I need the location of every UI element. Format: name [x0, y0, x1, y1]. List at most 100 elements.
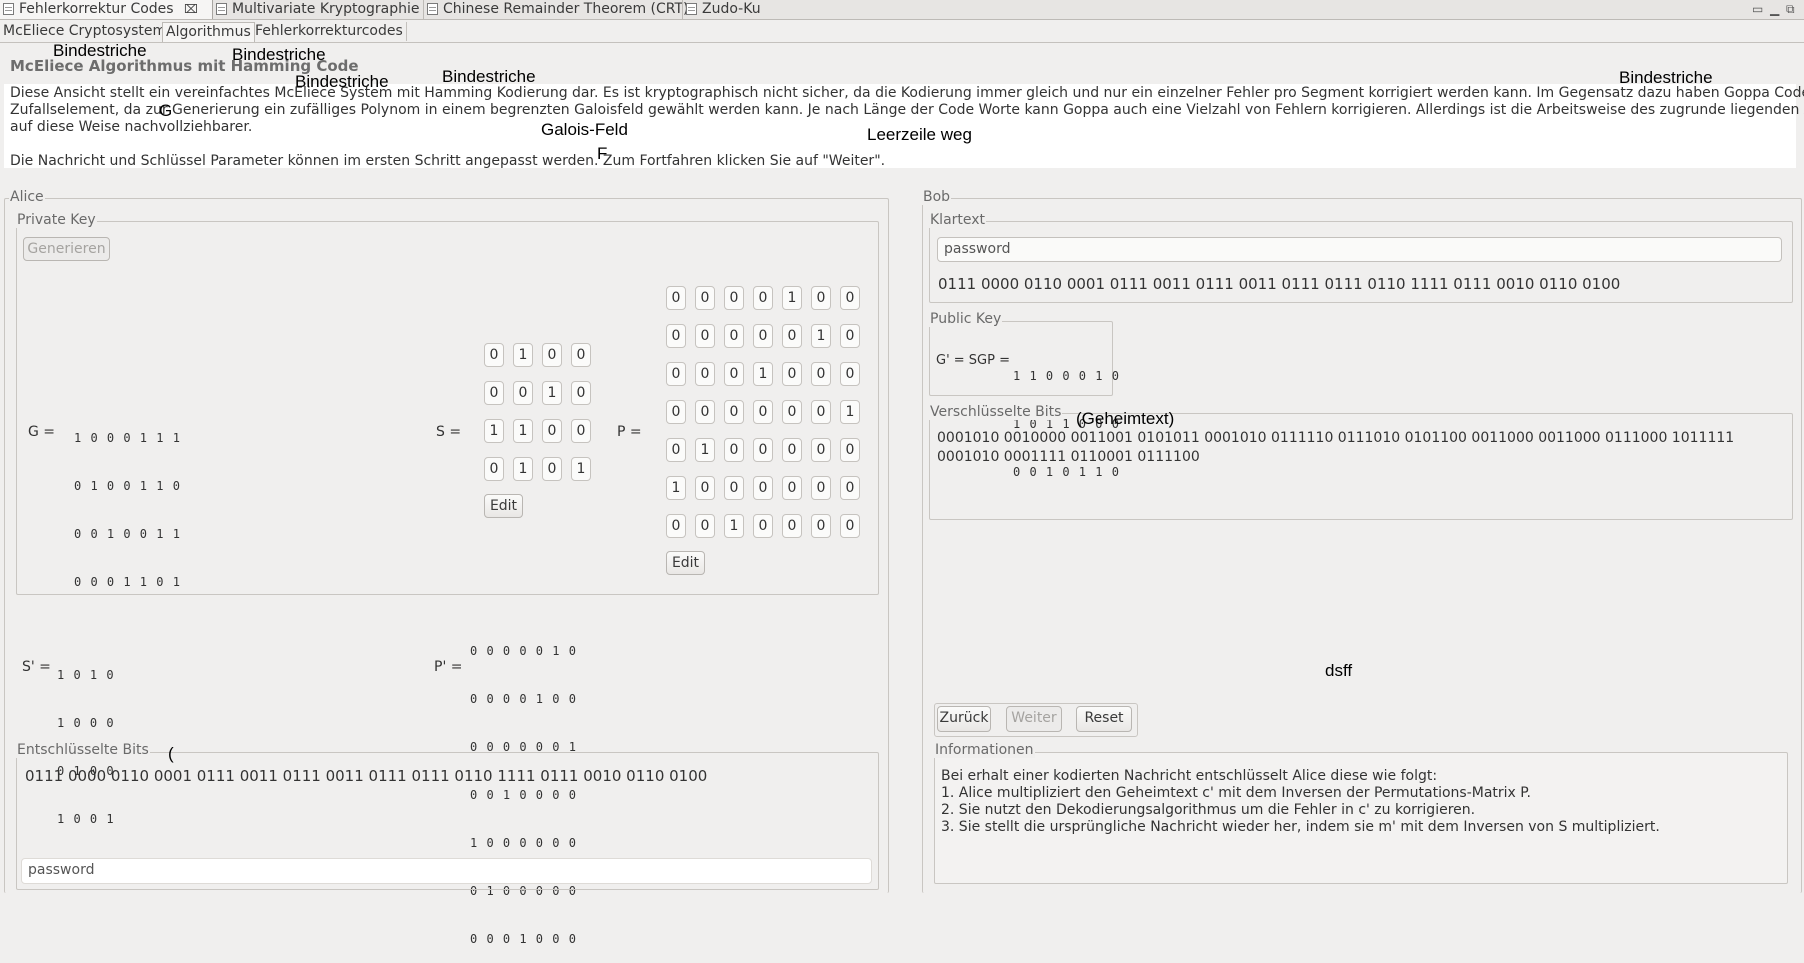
p-matrix-cell[interactable]: 0 — [782, 514, 802, 538]
p-matrix-cell[interactable]: 1 — [666, 476, 686, 500]
p-matrix-cell[interactable]: 0 — [811, 476, 831, 500]
s-inverse-row: 1 0 1 0 — [57, 668, 115, 682]
p-matrix-cell[interactable]: 0 — [724, 362, 744, 386]
file-icon — [427, 3, 438, 15]
s-matrix-cell[interactable]: 1 — [542, 381, 562, 405]
s-label: S = — [436, 424, 462, 440]
tab-fehlerkorrekturcodes[interactable]: Fehlerkorrekturcodes — [252, 22, 407, 41]
private-key-label: Private Key — [16, 212, 97, 228]
s-matrix-cell[interactable]: 1 — [484, 419, 504, 443]
s-matrix-cell[interactable]: 0 — [484, 457, 504, 481]
back-button[interactable]: Zurück — [937, 706, 991, 732]
p-matrix-cell[interactable]: 0 — [753, 324, 773, 348]
s-matrix-cell[interactable]: 0 — [484, 381, 504, 405]
next-button[interactable]: Weiter — [1006, 706, 1062, 732]
tab-multivariate-kryptographie[interactable]: Multivariate Kryptographie — [213, 0, 420, 19]
p-matrix-cell[interactable]: 0 — [782, 438, 802, 462]
bob-title: Bob — [922, 189, 952, 205]
restore-icon[interactable]: ⧉ — [1786, 2, 1795, 17]
p-matrix-cell[interactable]: 0 — [695, 286, 715, 310]
p-inverse-label: P' = — [434, 659, 463, 675]
p-matrix-cell[interactable]: 0 — [811, 400, 831, 424]
p-matrix-cell[interactable]: 0 — [666, 324, 686, 348]
p-matrix-cell[interactable]: 0 — [782, 400, 802, 424]
p-matrix-cell[interactable]: 0 — [782, 324, 802, 348]
p-matrix-cell[interactable]: 0 — [753, 400, 773, 424]
p-matrix-cell[interactable]: 0 — [724, 324, 744, 348]
p-matrix-cell[interactable]: 0 — [666, 438, 686, 462]
plaintext-input[interactable]: password — [937, 237, 1782, 262]
p-matrix-cell[interactable]: 0 — [782, 362, 802, 386]
p-matrix-cell[interactable]: 0 — [695, 476, 715, 500]
s-matrix-cell[interactable]: 0 — [571, 419, 591, 443]
description-line-3: auf diese Weise nachvollziehbarer. — [10, 119, 253, 135]
alice-title: Alice — [9, 189, 45, 205]
p-matrix-cell[interactable]: 0 — [840, 438, 860, 462]
p-matrix-cell[interactable]: 0 — [811, 362, 831, 386]
generate-button[interactable]: Generieren — [23, 237, 110, 261]
s-matrix-cell[interactable]: 0 — [542, 343, 562, 367]
p-matrix-cell[interactable]: 0 — [724, 438, 744, 462]
tab-fehlerkorrektur-codes[interactable]: Fehlerkorrektur Codes ⌧ — [0, 0, 213, 19]
tab-crt[interactable]: Chinese Remainder Theorem (CRT) — [423, 0, 689, 19]
p-edit-button[interactable]: Edit — [666, 551, 705, 575]
p-matrix-cell[interactable]: 0 — [840, 362, 860, 386]
p-matrix-cell[interactable]: 1 — [782, 286, 802, 310]
file-icon — [3, 3, 14, 15]
s-matrix-cell[interactable]: 1 — [513, 419, 533, 443]
p-matrix-cell[interactable]: 1 — [753, 362, 773, 386]
p-matrix-cell[interactable]: 0 — [753, 438, 773, 462]
annotation-f: F — [597, 144, 608, 163]
p-matrix-cell[interactable]: 0 — [695, 514, 715, 538]
s-matrix-cell[interactable]: 0 — [513, 381, 533, 405]
p-matrix-cell[interactable]: 0 — [753, 476, 773, 500]
p-matrix-cell[interactable]: 1 — [695, 438, 715, 462]
s-matrix-cell[interactable]: 0 — [542, 419, 562, 443]
s-matrix-cell[interactable]: 0 — [571, 343, 591, 367]
annotation-bindestriche: Bindestriche — [295, 72, 389, 91]
maximize-icon[interactable]: ▭ — [1752, 2, 1763, 16]
reset-button[interactable]: Reset — [1076, 706, 1132, 732]
p-matrix-cell[interactable]: 1 — [840, 400, 860, 424]
p-matrix-cell[interactable]: 0 — [753, 514, 773, 538]
p-matrix-cell[interactable]: 0 — [695, 362, 715, 386]
s-inverse-label: S' = — [22, 659, 51, 675]
s-matrix-cell[interactable]: 1 — [513, 457, 533, 481]
p-matrix-cell[interactable]: 0 — [840, 514, 860, 538]
p-matrix-cell[interactable]: 0 — [753, 286, 773, 310]
info-text: Bei erhalt einer kodierten Nachricht ent… — [941, 768, 1660, 836]
p-matrix-cell[interactable]: 0 — [666, 286, 686, 310]
p-matrix-cell[interactable]: 0 — [666, 514, 686, 538]
p-matrix-cell[interactable]: 1 — [724, 514, 744, 538]
s-matrix-cell[interactable]: 0 — [542, 457, 562, 481]
decrypted-text-field[interactable]: password — [21, 858, 872, 884]
p-matrix-cell[interactable]: 0 — [724, 476, 744, 500]
p-matrix-cell[interactable]: 0 — [666, 400, 686, 424]
s-edit-button[interactable]: Edit — [484, 494, 523, 518]
close-icon[interactable]: ⌧ — [184, 2, 198, 16]
p-matrix-cell[interactable]: 0 — [724, 400, 744, 424]
tab-algorithmus[interactable]: Algorithmus — [162, 22, 255, 42]
tab-mceliece-cryptosystem[interactable]: McEliece Cryptosystem — [0, 22, 171, 41]
s-matrix-cell[interactable]: 1 — [571, 457, 591, 481]
s-matrix-cell[interactable]: 1 — [513, 343, 533, 367]
s-matrix-cell[interactable]: 0 — [484, 343, 504, 367]
p-matrix-cell[interactable]: 0 — [840, 476, 860, 500]
p-matrix-cell[interactable]: 0 — [811, 438, 831, 462]
p-matrix-cell[interactable]: 0 — [695, 324, 715, 348]
tab-zudo-ku[interactable]: Zudo-Ku — [682, 0, 761, 19]
annotation-leerzeile: Leerzeile weg — [867, 125, 972, 144]
p-matrix-cell[interactable]: 0 — [782, 476, 802, 500]
s-matrix-cell[interactable]: 0 — [571, 381, 591, 405]
p-matrix-cell[interactable]: 0 — [811, 286, 831, 310]
p-matrix-cell[interactable]: 0 — [724, 286, 744, 310]
p-matrix-cell[interactable]: 0 — [840, 324, 860, 348]
annotation-bindestriche: Bindestriche — [1619, 68, 1713, 87]
minimize-icon[interactable]: ▁ — [1770, 2, 1779, 16]
description-line-2: Zufallselement, da zur Generierung ein z… — [10, 102, 1804, 118]
p-matrix-cell[interactable]: 1 — [811, 324, 831, 348]
p-matrix-cell[interactable]: 0 — [840, 286, 860, 310]
p-matrix-cell[interactable]: 0 — [695, 400, 715, 424]
p-matrix-cell[interactable]: 0 — [811, 514, 831, 538]
p-matrix-cell[interactable]: 0 — [666, 362, 686, 386]
